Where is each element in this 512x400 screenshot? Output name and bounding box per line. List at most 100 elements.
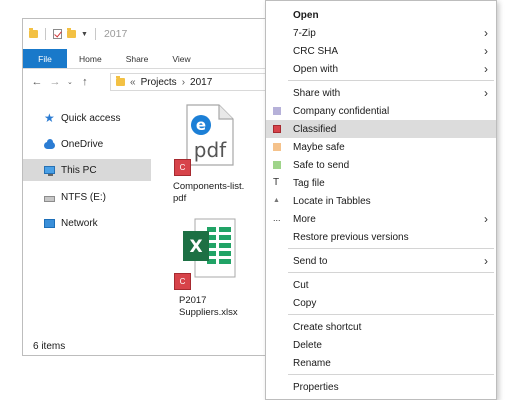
toolbar-divider <box>94 28 96 40</box>
submenu-arrow-icon: › <box>484 26 488 40</box>
menu-divider <box>288 314 494 315</box>
navigation-pane: ★ Quick access OneDrive This PC NTFS (E:… <box>23 101 151 331</box>
up-arrow-icon[interactable]: ↑ <box>79 76 91 88</box>
customize-toolbar-icon[interactable]: ▼ <box>81 31 88 38</box>
sidebar-item-onedrive[interactable]: OneDrive <box>23 133 151 155</box>
classified-icon <box>273 125 281 133</box>
cloud-icon <box>44 138 55 149</box>
menu-divider <box>288 272 494 273</box>
properties-icon[interactable] <box>53 29 62 39</box>
menu-item-create-shortcut[interactable]: Create shortcut <box>266 318 496 336</box>
file-name-line1: P2017 <box>179 295 207 306</box>
menu-item-copy[interactable]: Copy <box>266 294 496 312</box>
menu-item-crc-sha[interactable]: CRC SHA › <box>266 42 496 60</box>
svg-text:e: e <box>196 116 206 134</box>
file-explorer-window: ▼ 2017 File Home Share View ← → ⌄ ↑ « Pr… <box>22 18 276 356</box>
locate-icon: ▲ <box>273 197 280 204</box>
navigation-bar: ← → ⌄ ↑ « Projects › 2017 <box>23 70 275 94</box>
tab-home[interactable]: Home <box>67 49 114 68</box>
sidebar-item-label: NTFS (E:) <box>61 191 106 203</box>
sidebar-item-quick-access[interactable]: ★ Quick access <box>23 107 151 129</box>
more-icon: ... <box>273 213 281 223</box>
submenu-arrow-icon: › <box>484 254 488 268</box>
breadcrumb-projects[interactable]: Projects <box>141 77 177 88</box>
menu-item-7zip[interactable]: 7-Zip › <box>266 24 496 42</box>
svg-text:X: X <box>189 237 202 257</box>
menu-item-company-confidential[interactable]: Company confidential <box>266 102 496 120</box>
menu-item-label: CRC SHA <box>293 45 339 57</box>
new-folder-icon[interactable] <box>67 28 76 38</box>
folder-icon <box>29 28 38 38</box>
menu-item-send-to[interactable]: Send to › <box>266 252 496 270</box>
forward-arrow-icon[interactable]: → <box>49 76 61 88</box>
menu-item-label: Maybe safe <box>293 141 345 153</box>
menu-item-maybe-safe[interactable]: Maybe safe <box>266 138 496 156</box>
address-overflow-icon[interactable]: « <box>130 77 136 88</box>
file-item-components-list[interactable]: e pdf C Components-list. pdf <box>169 101 259 211</box>
menu-item-label: 7-Zip <box>293 27 316 39</box>
menu-item-more[interactable]: ... More › <box>266 210 496 228</box>
sidebar-item-ntfs-drive[interactable]: NTFS (E:) <box>23 186 151 208</box>
back-arrow-icon[interactable]: ← <box>31 76 43 88</box>
menu-item-label: More <box>293 213 316 225</box>
tab-share[interactable]: Share <box>114 49 161 68</box>
sidebar-item-network[interactable]: Network <box>23 212 151 234</box>
menu-item-restore-previous-versions[interactable]: Restore previous versions <box>266 228 496 246</box>
menu-item-rename[interactable]: Rename <box>266 354 496 372</box>
menu-item-label: Rename <box>293 357 331 369</box>
submenu-arrow-icon: › <box>484 44 488 58</box>
safe-to-send-icon <box>273 161 281 169</box>
drive-icon <box>44 195 55 202</box>
menu-item-tag-file[interactable]: T Tag file <box>266 174 496 192</box>
menu-divider <box>288 248 494 249</box>
pdf-file-icon: e pdf <box>186 104 234 166</box>
sidebar-item-label: This PC <box>61 164 97 176</box>
sidebar-item-label: Quick access <box>61 112 121 124</box>
file-name-line1: Components-list. <box>173 181 245 192</box>
file-name-line2: pdf <box>173 193 187 204</box>
sidebar-item-this-pc[interactable]: This PC <box>23 159 151 181</box>
breadcrumb-separator-icon[interactable]: › <box>182 77 185 88</box>
menu-item-open-with[interactable]: Open with › <box>266 60 496 78</box>
menu-item-share-with[interactable]: Share with › <box>266 84 496 102</box>
classified-badge-icon: C <box>174 159 191 176</box>
star-icon: ★ <box>44 110 55 125</box>
sidebar-item-label: Network <box>61 217 98 229</box>
menu-item-label: Locate in Tabbles <box>293 195 371 207</box>
menu-item-delete[interactable]: Delete <box>266 336 496 354</box>
sidebar-item-label: OneDrive <box>61 138 104 150</box>
menu-item-label: Send to <box>293 255 328 267</box>
menu-divider <box>288 374 494 375</box>
svg-text:pdf: pdf <box>194 138 227 162</box>
breadcrumb-2017[interactable]: 2017 <box>190 77 212 88</box>
menu-item-label: Restore previous versions <box>293 231 409 243</box>
menu-item-label: Safe to send <box>293 159 350 171</box>
computer-icon <box>44 166 55 176</box>
file-item-p2017-suppliers[interactable]: X C P2017 Suppliers.xlsx <box>169 215 259 325</box>
menu-item-properties[interactable]: Properties <box>266 378 496 396</box>
menu-item-label: Tag file <box>293 177 325 189</box>
menu-item-safe-to-send[interactable]: Safe to send <box>266 156 496 174</box>
window-title: 2017 <box>103 28 128 40</box>
menu-item-label: Open <box>293 9 319 21</box>
recent-locations-chevron-icon[interactable]: ⌄ <box>67 78 73 86</box>
context-menu: Open 7-Zip › CRC SHA › Open with › Share… <box>265 0 497 400</box>
maybe-safe-icon <box>273 143 281 151</box>
submenu-arrow-icon: › <box>484 62 488 76</box>
address-bar[interactable]: « Projects › 2017 <box>110 73 275 91</box>
menu-item-label: Create shortcut <box>293 321 362 333</box>
tab-file[interactable]: File <box>23 49 67 68</box>
menu-item-open[interactable]: Open <box>266 6 496 24</box>
menu-item-classified[interactable]: Classified <box>266 120 496 138</box>
classified-badge-icon: C <box>174 273 191 290</box>
tab-view[interactable]: View <box>160 49 202 68</box>
ribbon-tabs: File Home Share View <box>23 49 275 69</box>
title-bar: ▼ 2017 <box>23 19 275 49</box>
menu-item-locate-in-tabbles[interactable]: ▲ Locate in Tabbles <box>266 192 496 210</box>
menu-item-label: Share with <box>293 87 341 99</box>
status-item-count: 6 items <box>33 341 66 352</box>
submenu-arrow-icon: › <box>484 86 488 100</box>
company-confidential-icon <box>273 107 281 115</box>
menu-item-cut[interactable]: Cut <box>266 276 496 294</box>
menu-item-label: Properties <box>293 381 339 393</box>
